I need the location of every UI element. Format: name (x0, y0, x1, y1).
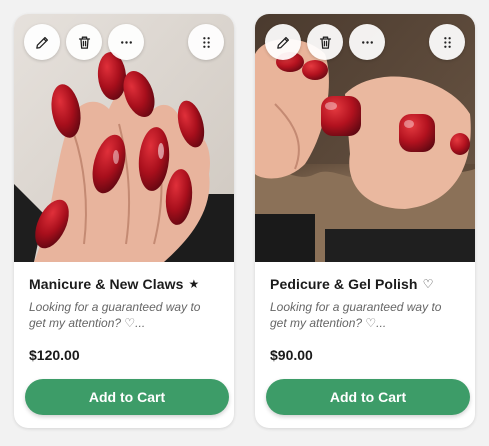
description-line: get my attention? ♡... (270, 316, 387, 330)
product-description: Looking for a guaranteed way to get my a… (29, 299, 222, 331)
product-card: Pedicure & Gel Polish ♡ Looking for a gu… (255, 14, 475, 428)
trash-icon (78, 36, 90, 49)
edit-icon (276, 36, 289, 49)
delete-button[interactable] (66, 24, 102, 60)
drag-handle-button[interactable] (429, 24, 465, 60)
product-description: Looking for a guaranteed way to get my a… (270, 299, 463, 331)
product-grid: Manicure & New Claws ★ Looking for a gua… (0, 0, 489, 446)
product-price: $120.00 (29, 347, 80, 363)
trash-icon (319, 36, 331, 49)
card-toolbar (24, 24, 144, 60)
drag-handle-icon (443, 36, 451, 48)
edit-button[interactable] (265, 24, 301, 60)
more-icon (361, 40, 373, 44)
star-icon: ★ (188, 277, 200, 291)
product-title[interactable]: Pedicure & Gel Polish (270, 276, 418, 292)
description-line: Looking for a guaranteed way to (270, 300, 442, 314)
product-info: Pedicure & Gel Polish ♡ Looking for a gu… (270, 276, 463, 331)
more-icon (120, 40, 132, 44)
description-line: get my attention? ♡... (29, 316, 146, 330)
edit-icon (35, 36, 48, 49)
drag-handle-button[interactable] (188, 24, 224, 60)
heart-icon: ♡ (422, 277, 434, 291)
description-line: Looking for a guaranteed way to (29, 300, 201, 314)
product-info: Manicure & New Claws ★ Looking for a gua… (29, 276, 222, 331)
edit-button[interactable] (24, 24, 60, 60)
add-to-cart-button[interactable]: Add to Cart (25, 379, 229, 415)
card-toolbar (265, 24, 385, 60)
more-button[interactable] (349, 24, 385, 60)
drag-handle-icon (202, 36, 210, 48)
product-card: Manicure & New Claws ★ Looking for a gua… (14, 14, 234, 428)
delete-button[interactable] (307, 24, 343, 60)
product-title[interactable]: Manicure & New Claws (29, 276, 184, 292)
more-button[interactable] (108, 24, 144, 60)
add-to-cart-button[interactable]: Add to Cart (266, 379, 470, 415)
product-price: $90.00 (270, 347, 313, 363)
